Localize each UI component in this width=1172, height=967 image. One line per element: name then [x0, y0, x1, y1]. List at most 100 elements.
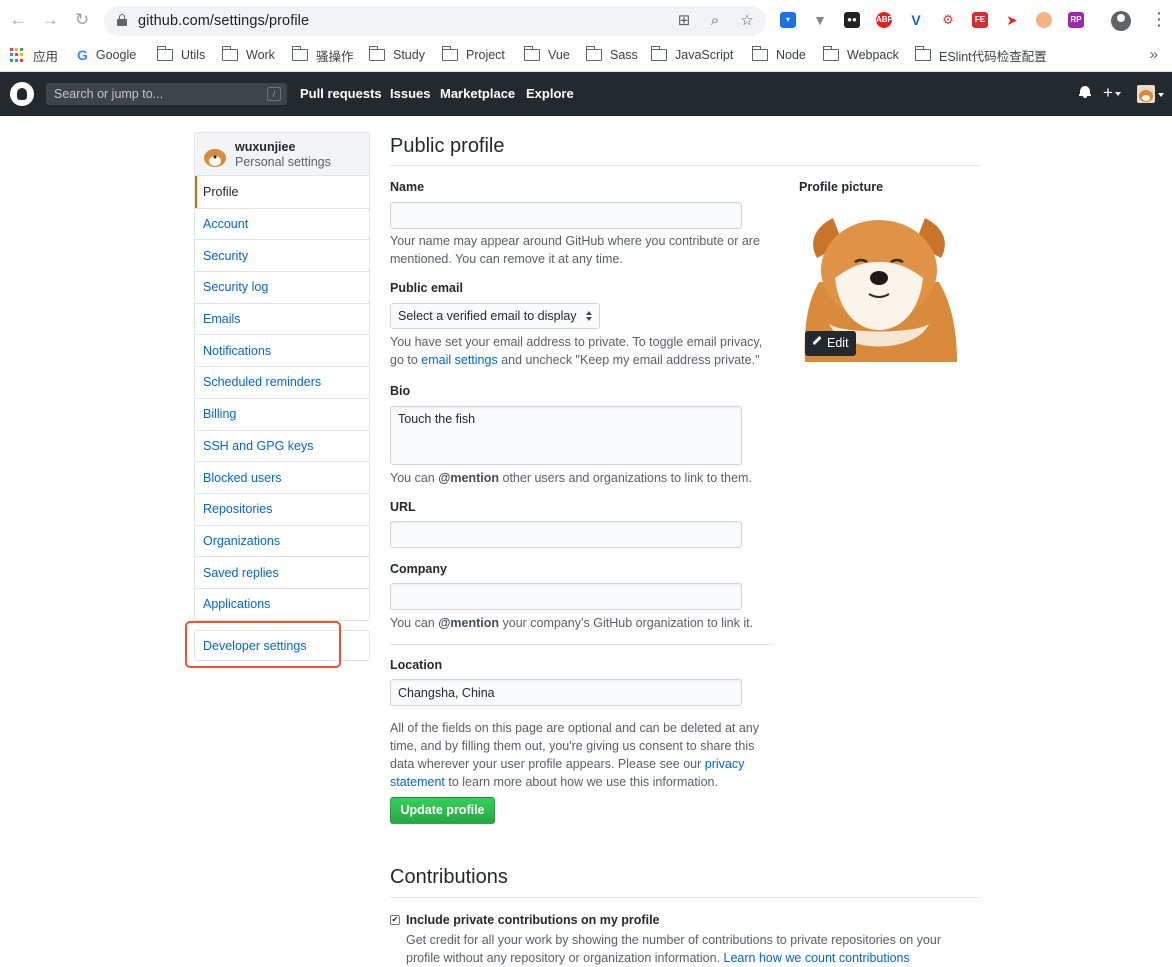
bookmark-google[interactable]: G Google: [77, 45, 136, 65]
bookmark-study[interactable]: Study: [368, 45, 425, 65]
sidebar-user-header: wuxunjiee Personal settings: [194, 132, 370, 175]
sidebar-item-billing[interactable]: Billing: [195, 397, 369, 430]
name-field[interactable]: [390, 202, 742, 229]
private-contributions-note: Get credit for all your work by showing …: [406, 931, 976, 967]
extension-cookie-icon[interactable]: [1036, 12, 1052, 28]
sidebar-item-organizations[interactable]: Organizations: [195, 524, 369, 557]
apps-grid-icon: [10, 48, 24, 62]
folder-icon: [914, 46, 931, 61]
bookmark-javascript[interactable]: JavaScript: [650, 45, 733, 65]
extension-adblock-icon[interactable]: ABP: [876, 12, 893, 28]
sidebar-item-profile[interactable]: Profile: [195, 176, 369, 208]
pencil-icon: [812, 335, 822, 346]
location-label: Location: [390, 658, 443, 672]
github-header: Search or jump to... / Pull requests Iss…: [0, 72, 1172, 116]
bookmarks-overflow-icon[interactable]: »: [1150, 46, 1158, 63]
sidebar-item-security[interactable]: Security: [195, 239, 369, 271]
sidebar-avatar: [202, 144, 228, 168]
bookmark-project[interactable]: Project: [441, 45, 505, 65]
company-note: You can @mention your company’s GitHub o…: [390, 614, 775, 632]
bookmark-vue[interactable]: Vue: [523, 45, 570, 65]
nav-explore[interactable]: Explore: [526, 86, 574, 101]
sidebar-menu: Profile Account Security Security log Em…: [194, 175, 370, 621]
reload-icon[interactable]: ↻: [73, 11, 91, 29]
bookmark-work[interactable]: Work: [221, 45, 275, 65]
extension-bird-icon[interactable]: ➤: [1004, 12, 1020, 28]
plus-icon: +: [1103, 83, 1113, 102]
extension-vue-icon[interactable]: ▼: [812, 12, 828, 28]
sidebar-item-blocked-users[interactable]: Blocked users: [195, 461, 369, 493]
sidebar-item-applications[interactable]: Applications: [195, 587, 369, 620]
select-arrows-icon: [586, 311, 592, 321]
back-arrow-icon[interactable]: ←: [9, 11, 27, 29]
sidebar-username[interactable]: wuxunjiee: [235, 140, 295, 154]
bookmark-apps[interactable]: 应用: [10, 45, 58, 65]
nav-marketplace[interactable]: Marketplace: [440, 86, 515, 101]
company-note-text-end: your company’s GitHub organization to li…: [499, 616, 754, 630]
sidebar-item-account[interactable]: Account: [195, 207, 369, 240]
bookmark-eslint[interactable]: ESlint代码检查配置: [914, 45, 1047, 65]
extension-v-icon[interactable]: V: [908, 12, 924, 28]
sidebar-item-saved-replies[interactable]: Saved replies: [195, 556, 369, 588]
folder-icon: [822, 46, 839, 61]
star-bookmark-icon[interactable]: ☆: [738, 12, 756, 30]
address-bar[interactable]: github.com/settings/profile ⊞ ⌕ ☆: [104, 6, 766, 36]
bookmark-node[interactable]: Node: [751, 45, 806, 65]
search-input[interactable]: Search or jump to... /: [46, 83, 287, 105]
email-settings-link[interactable]: email settings: [421, 353, 497, 367]
public-email-label: Public email: [390, 281, 463, 295]
nav-issues[interactable]: Issues: [390, 86, 430, 101]
bookmark-label: Project: [466, 48, 505, 62]
url-label: URL: [390, 500, 416, 514]
bookmark-utils[interactable]: Utils: [156, 45, 206, 65]
avatar-dropdown-caret[interactable]: [1156, 86, 1164, 102]
optional-fields-note: All of the fields on this page are optio…: [390, 719, 775, 791]
browser-menu-icon[interactable]: ⋮: [1150, 9, 1168, 29]
folder-icon: [585, 46, 602, 61]
extension-rp-icon[interactable]: RP: [1068, 12, 1084, 28]
count-contributions-link[interactable]: Learn how we count contributions: [724, 951, 910, 965]
edit-picture-button[interactable]: Edit: [805, 331, 856, 356]
bookmark-label: Utils: [181, 48, 206, 62]
bookmark-label: Node: [776, 48, 806, 62]
sidebar-item-notifications[interactable]: Notifications: [195, 334, 369, 366]
lock-icon: [117, 14, 127, 26]
sidebar-item-ssh-gpg-keys[interactable]: SSH and GPG keys: [195, 429, 369, 462]
slash-shortcut-icon: /: [267, 87, 281, 101]
update-profile-button[interactable]: Update profile: [390, 797, 495, 824]
create-new-dropdown[interactable]: +: [1103, 83, 1121, 103]
bookmark-label: Sass: [610, 48, 638, 62]
extension-proxy-icon[interactable]: ⚙: [940, 12, 956, 28]
company-field[interactable]: [390, 583, 742, 610]
browser-profile-icon[interactable]: [1111, 11, 1131, 31]
zoom-icon[interactable]: ⌕: [706, 12, 724, 30]
nav-pull-requests[interactable]: Pull requests: [300, 86, 382, 101]
url-field[interactable]: [390, 521, 742, 548]
public-email-select[interactable]: Select a verified email to display: [390, 303, 600, 329]
bookmark-webpack[interactable]: Webpack: [822, 45, 899, 65]
location-field[interactable]: [390, 679, 742, 706]
sidebar-item-repositories[interactable]: Repositories: [195, 492, 369, 525]
header-avatar[interactable]: [1137, 85, 1155, 103]
contributions-divider: [390, 897, 979, 898]
bookmark-tricks[interactable]: 骚操作: [291, 45, 354, 65]
extension-fe-icon[interactable]: FE: [972, 12, 988, 28]
translate-icon[interactable]: ⊞: [675, 12, 693, 30]
page-title: Public profile: [390, 135, 505, 157]
private-contributions-checkbox[interactable]: ✔: [390, 915, 400, 925]
bookmarks-bar: 应用 G Google Utils Work 骚操作 Study Project…: [0, 42, 1172, 72]
sidebar-item-scheduled-reminders[interactable]: Scheduled reminders: [195, 366, 369, 398]
bookmark-sass[interactable]: Sass: [585, 45, 638, 65]
github-logo-icon[interactable]: [10, 82, 34, 106]
forward-arrow-icon[interactable]: →: [41, 11, 59, 29]
bio-field[interactable]: Touch the fish: [390, 406, 742, 465]
sidebar-item-emails[interactable]: Emails: [195, 302, 369, 335]
extension-download-icon[interactable]: ▾: [780, 12, 796, 28]
url-text[interactable]: github.com/settings/profile: [138, 13, 309, 29]
extension-tampermonkey-icon[interactable]: ●●: [844, 12, 860, 28]
bookmark-label: Vue: [548, 48, 570, 62]
notification-bell-icon[interactable]: [1079, 86, 1091, 98]
private-contributions-label[interactable]: Include private contributions on my prof…: [406, 913, 660, 927]
folder-icon: [523, 46, 540, 61]
sidebar-item-security-log[interactable]: Security log: [195, 271, 369, 303]
